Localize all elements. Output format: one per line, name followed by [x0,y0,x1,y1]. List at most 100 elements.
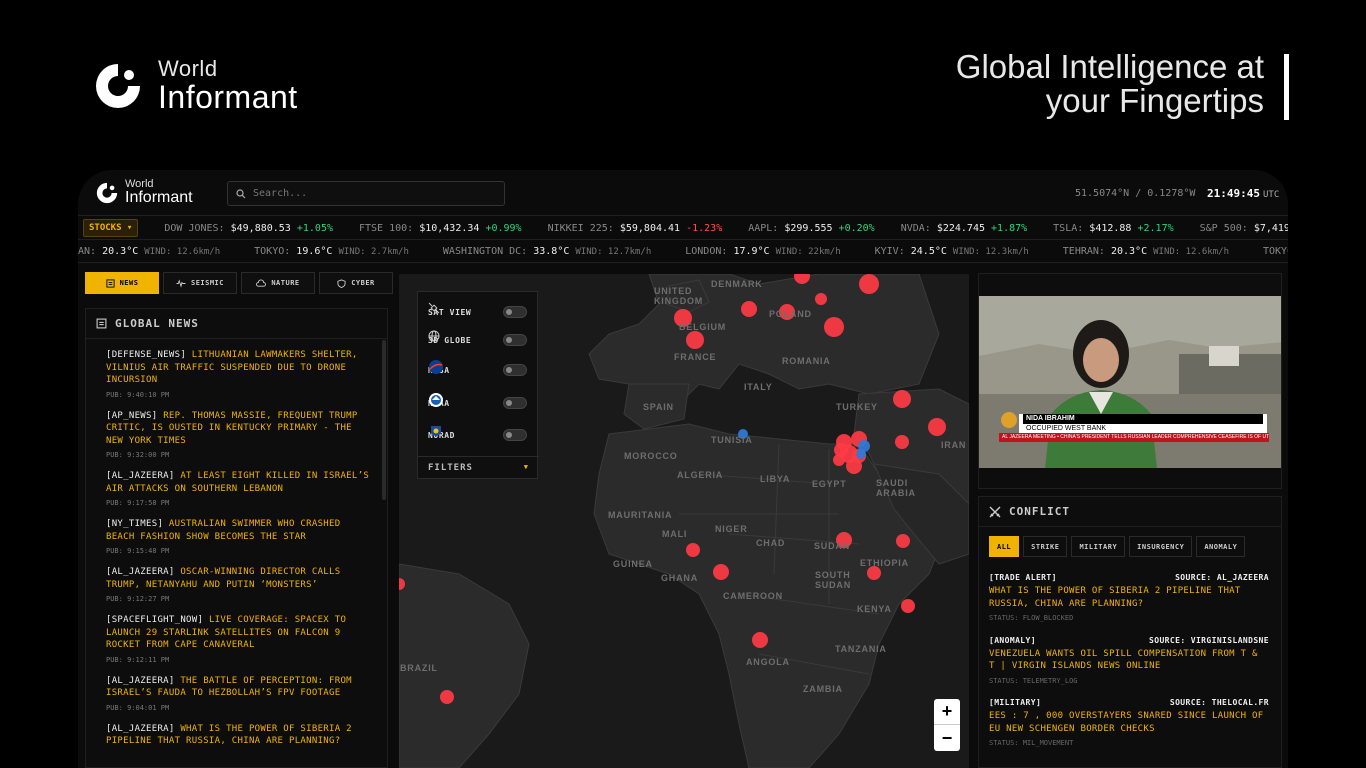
conflict-item[interactable]: [MILITARY] SOURCE: THELOCAL.FR EES : 7 , 0… [989,698,1269,747]
stock-ticker-item[interactable]: FTSE 100: $10,432.34 +0.99% [359,223,522,234]
layer-sat-view[interactable]: SAT VIEW [428,302,528,322]
conflict-panel: CONFLICT ALL STRIKE MILITARY INSURGENCY ANOM… [978,496,1282,768]
map-event-marker[interactable] [896,534,910,548]
tab-seismic[interactable]: SEISMIC [163,272,237,294]
map-label: LIBYA [760,474,791,484]
conflict-tab-all[interactable]: ALL [989,536,1020,557]
map-label: ROMANIA [782,356,831,366]
search-box[interactable] [227,181,505,206]
noaa-toggle[interactable] [503,397,527,409]
conflict-item[interactable]: [ANOMALY] SOURCE: VIRGINISLANDSNE VENEZUEL… [989,636,1269,685]
map-event-marker[interactable] [856,449,866,459]
news-item[interactable]: [AL_JAZEERA] OSCAR-WINNING DIRECTOR CALL… [86,557,380,603]
layer-nasa[interactable]: NASA [428,360,528,380]
stocks-dropdown-button[interactable]: STOCKS ▾ [83,219,139,237]
stock-ticker-item[interactable]: S&P 500: $7,419.17 +0.89% [1200,223,1288,234]
stock-ticker-item[interactable]: TSLA: $412.88 +2.17% [1053,223,1173,234]
coordinates-readout: 51.5074°N / 0.1278°W [1075,188,1196,199]
stock-ticker-item[interactable]: DOW JONES: $49,880.53 +1.05% [164,223,333,234]
crossed-swords-icon [989,506,1001,517]
app-window: World Informant 51.5074°N / 0.1278°W 21:… [78,170,1288,768]
map-event-marker[interactable] [440,690,454,704]
map-label: IRAN [941,440,967,450]
news-scrollbar[interactable] [382,340,386,500]
map-event-marker[interactable] [686,543,700,557]
tab-news[interactable]: NEWS [85,272,159,294]
weather-city: KYIV: [874,246,905,257]
news-item[interactable]: [SPACEFLIGHT_NOW] LIVE COVERAGE: SPACEX … [86,605,380,664]
news-headline-block: [AL_JAZEERA] WHAT IS THE POWER OF SIBERI… [106,723,370,748]
map-event-marker[interactable] [846,458,862,474]
map-label: CHAD [756,538,786,548]
3d-globe-toggle[interactable] [503,334,527,346]
weather-ticker: RAN: 20.3°C WIND: 12.6km/h TOKYO: 19.6°C … [78,241,1288,263]
stock-ticker-item[interactable]: NIKKEI 225: $59,804.41 -1.23% [548,223,723,234]
conflict-filter-tabs: ALL STRIKE MILITARY INSURGENCY ANOMALY [989,536,1246,557]
map-label: KENYA [857,604,892,614]
news-item[interactable]: [AP_NEWS] REP. THOMAS MASSIE, FREQUENT T… [86,401,380,460]
app-logo[interactable]: World Informant [95,179,193,206]
news-item[interactable]: [AL_JAZEERA] THE BATTLE OF PERCEPTION: F… [86,666,380,712]
news-list[interactable]: [DEFENSE_NEWS] LITHUANIAN LAWMAKERS SHEL… [86,340,380,768]
news-published-time: PUB: 9:04:01 PM [106,703,170,712]
map-event-marker[interactable] [815,293,827,305]
map-label: TANZANIA [835,644,887,654]
map-label: SUDAN [814,541,851,551]
conflict-item[interactable]: [TRADE ALERT] SOURCE: AL_JAZEERA WHAT IS T… [989,573,1269,622]
map-event-marker[interactable] [686,331,704,349]
map-event-marker[interactable] [928,418,946,436]
weather-city: LONDON: [685,246,728,257]
map-event-marker[interactable] [867,566,881,580]
map-event-marker[interactable] [824,317,844,337]
stock-value: $412.88 [1089,222,1132,234]
stock-ticker-item[interactable]: AAPL: $299.555 +0.20% [748,223,874,234]
news-item[interactable]: [NY_TIMES] AUSTRALIAN SWIMMER WHO CRASHE… [86,509,380,555]
news-source: [AL_JAZEERA] [106,675,175,686]
conflict-tab-insurgency[interactable]: INSURGENCY [1129,536,1193,557]
app-brand-bottom: Informant [125,189,193,206]
layer-noaa[interactable]: NOAA [428,393,528,413]
map-label: NIGER [715,524,748,534]
live-video-panel[interactable]: NIDA IBRAHIM OCCUPIED WEST BANK AL JAZEE… [978,273,1282,489]
filters-label: FILTERS [428,463,473,473]
filters-dropdown[interactable]: FILTERS ▼ [418,456,539,479]
nasa-toggle[interactable] [503,364,527,376]
world-map[interactable]: UNITED KINGDOM DENMARK BELGIUM POLAND FRA… [399,274,969,768]
weather-city: TOKYO: [1262,246,1288,257]
map-event-marker[interactable] [741,301,757,317]
map-event-marker[interactable] [901,599,915,613]
norad-toggle[interactable] [503,429,527,441]
news-item[interactable]: [AL_JAZEERA] AT LEAST EIGHT KILLED IN IS… [86,461,380,507]
layer-3d-globe[interactable]: 3D GLOBE [428,330,528,350]
map-label: MOROCCO [624,451,678,461]
conflict-tab-anomaly[interactable]: ANOMALY [1196,536,1246,557]
map-label: GHANA [661,573,698,583]
map-event-marker[interactable] [713,564,729,580]
search-input[interactable] [253,188,493,199]
news-item[interactable]: [DEFENSE_NEWS] LITHUANIAN LAWMAKERS SHEL… [86,340,380,399]
map-event-marker[interactable] [893,390,911,408]
stock-value: $224.745 [936,222,985,234]
conflict-tab-strike[interactable]: STRIKE [1023,536,1068,557]
tab-nature[interactable]: NATURE [241,272,315,294]
weather-city: WASHINGTON DC: [442,246,528,257]
news-headline-block: [DEFENSE_NEWS] LITHUANIAN LAWMAKERS SHEL… [106,349,370,387]
map-event-marker[interactable] [859,274,879,294]
map-event-marker[interactable] [752,632,768,648]
sat-view-toggle[interactable] [503,306,527,318]
stock-value: $10,432.34 [419,222,480,234]
news-item[interactable]: [AL_JAZEERA] WHAT IS THE POWER OF SIBERI… [86,714,380,748]
zoom-out-button[interactable]: − [934,725,960,751]
tab-cyber[interactable]: CYBER [319,272,393,294]
news-ticker-bar: AL JAZEERA MEETING • CHINA'S PRESIDENT T… [999,433,1269,442]
map-event-marker[interactable] [834,443,848,457]
conflict-tab-military[interactable]: MILITARY [1071,536,1126,557]
stock-ticker-item[interactable]: NVDA: $224.745 +1.87% [901,223,1027,234]
map-label: TUNISIA [711,435,753,445]
news-published-time: PUB: 9:12:27 PM [106,595,170,603]
zoom-in-button[interactable]: + [934,699,960,725]
weather-city: RAN: [78,246,97,257]
layer-norad[interactable]: NORAD [428,425,528,445]
map-event-marker[interactable] [895,435,909,449]
app-logo-icon [96,182,118,203]
